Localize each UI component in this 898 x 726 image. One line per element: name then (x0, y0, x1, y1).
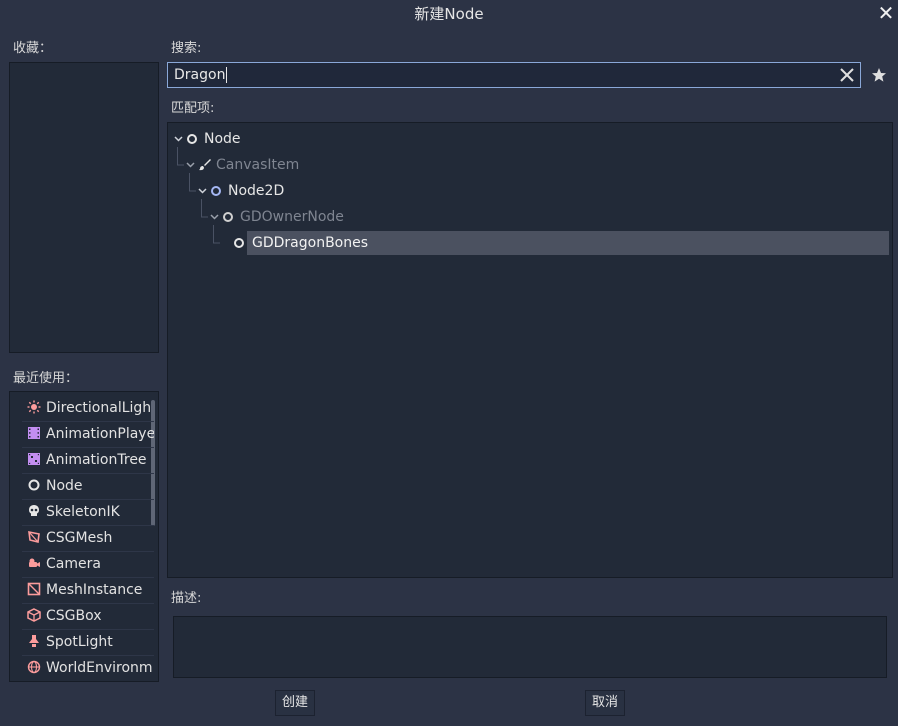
search-label: 搜索: (171, 41, 202, 56)
create-button[interactable]: 创建 (275, 690, 315, 716)
skeleton-ik-icon (29, 505, 39, 516)
node-icon (28, 479, 40, 491)
animation-player-icon (28, 427, 40, 439)
text-caret (226, 67, 228, 83)
description-label: 描述: (171, 591, 202, 606)
recent-item-label: SpotLight (46, 634, 113, 650)
search-input[interactable]: Dragon (167, 62, 861, 88)
recent-item-label: WorldEnvironm (46, 660, 153, 676)
tree-item-label: CanvasItem (216, 157, 300, 173)
node-icon (234, 238, 244, 248)
node-icon (223, 212, 233, 222)
favorites-label: 收藏： (13, 41, 53, 56)
recent-item-node[interactable]: Node (22, 473, 154, 500)
dialog-title: 新建Node (414, 5, 484, 23)
recent-item-label: SkeletonIK (46, 504, 120, 520)
recent-item-label: AnimationTree (46, 452, 147, 468)
csg-box-icon (27, 608, 41, 622)
recent-item-skeleton-ik[interactable]: SkeletonIK (22, 499, 154, 526)
world-environment-icon (27, 660, 41, 674)
spot-light-icon (29, 635, 39, 647)
node-icon (187, 134, 197, 144)
recent-item-mesh-instance[interactable]: MeshInstance (22, 577, 154, 604)
tree-item-label: Node (204, 131, 241, 147)
recent-item-spot-light[interactable]: SpotLight (22, 629, 154, 656)
recent-item-camera[interactable]: Camera (22, 551, 154, 578)
close-button[interactable]: ✕ (875, 3, 897, 25)
tree-item-label: GDDragonBones (252, 235, 369, 251)
tree-item-gddragonbones[interactable]: GDDragonBones (247, 231, 889, 255)
tree-item-label: GDOwnerNode (240, 209, 344, 225)
chevron-down-icon[interactable] (174, 136, 183, 142)
recent-item-animation-tree[interactable]: AnimationTree (22, 447, 154, 474)
tree-item-canvasitem[interactable]: CanvasItem (184, 153, 484, 177)
animation-tree-icon (28, 453, 40, 465)
description-box (173, 616, 887, 678)
tree-item-gdownernode[interactable]: GDOwnerNode (208, 205, 508, 229)
recent-item-label: CSGMesh (46, 530, 113, 546)
recent-item-csg-mesh[interactable]: CSGMesh (22, 525, 154, 552)
chevron-down-icon[interactable] (210, 214, 219, 220)
recent-item-world-environment[interactable]: WorldEnvironm (22, 655, 154, 681)
recent-item-label: Node (46, 478, 83, 494)
chevron-down-icon[interactable] (198, 188, 207, 194)
favorites-list[interactable] (9, 62, 159, 353)
tree-item-label: Node2D (228, 183, 285, 199)
camera-icon (29, 558, 40, 567)
matches-label: 匹配项: (171, 101, 215, 116)
close-icon: ✕ (877, 1, 895, 25)
favorite-star-icon[interactable] (871, 67, 887, 83)
chevron-down-icon[interactable] (186, 162, 195, 168)
recent-item-label: AnimationPlaye (46, 426, 154, 442)
node2d-icon (211, 186, 221, 196)
mesh-instance-icon (27, 582, 41, 596)
recent-item-label: CSGBox (46, 608, 102, 624)
tree-item-node[interactable]: Node (172, 127, 472, 151)
recent-label: 最近使用： (13, 371, 79, 386)
csg-mesh-icon (28, 530, 40, 543)
cancel-button[interactable]: 取消 (585, 690, 625, 716)
brush-icon (199, 159, 211, 171)
recent-item-animation-player[interactable]: AnimationPlaye (22, 421, 154, 448)
recent-item-directional-light[interactable]: DirectionalLigh (22, 395, 154, 422)
recent-item-label: Camera (46, 556, 101, 572)
recent-item-label: DirectionalLigh (46, 400, 152, 416)
recent-item-label: MeshInstance (46, 582, 143, 598)
recent-list[interactable]: DirectionalLigh AnimationPlaye Animation… (9, 391, 159, 682)
tree-item-node2d[interactable]: Node2D (196, 179, 496, 203)
clear-search-icon[interactable] (838, 66, 856, 84)
search-value: Dragon (174, 67, 226, 83)
recent-item-csg-box[interactable]: CSGBox (22, 603, 154, 630)
directional-light-icon (27, 400, 41, 414)
matches-tree[interactable]: Node CanvasItem Node2D GDOwnerNode GDDra… (167, 122, 893, 578)
